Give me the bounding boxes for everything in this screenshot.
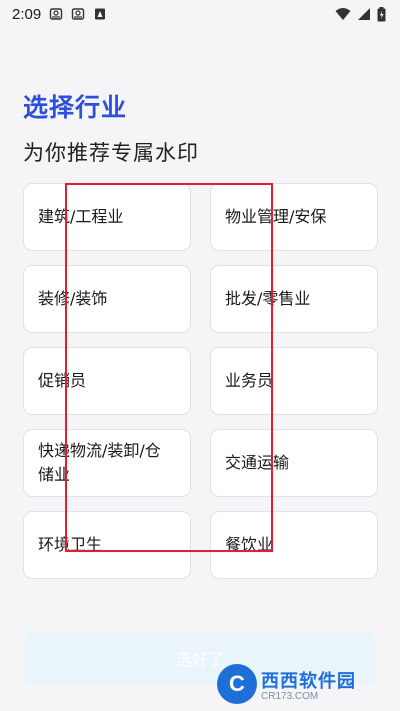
status-right (335, 6, 386, 22)
industry-card-construction[interactable]: 建筑/工程业 (23, 183, 191, 251)
industry-label: 业务员 (225, 371, 274, 390)
site-watermark: C 西西软件园 CR173.COM (217, 664, 393, 704)
industry-card-property-security[interactable]: 物业管理/安保 (210, 183, 378, 251)
signal-icon (358, 8, 370, 20)
industry-label: 批发/零售业 (225, 289, 311, 308)
industry-card-transportation[interactable]: 交通运输 (210, 429, 378, 497)
industry-label: 餐饮业 (225, 535, 274, 554)
industry-label: 环境卫生 (38, 535, 103, 554)
wifi-icon (335, 8, 351, 20)
page-subtitle: 为你推荐专属水印 (23, 141, 199, 165)
industry-card-promoter[interactable]: 促销员 (23, 347, 191, 415)
industry-card-retail[interactable]: 批发/零售业 (210, 265, 378, 333)
notification-icon (50, 8, 63, 20)
watermark-main: 西西软件园 (261, 670, 356, 692)
industry-label: 交通运输 (225, 453, 290, 472)
industry-label: 快递物流/装卸/仓储业 (38, 441, 161, 484)
industry-card-logistics[interactable]: 快递物流/装卸/仓储业 (23, 429, 191, 497)
app-notification-icon (95, 8, 106, 20)
status-bar: 2:09 (0, 0, 400, 28)
industry-label: 促销员 (38, 371, 87, 390)
industry-label: 装修/装饰 (38, 289, 108, 308)
watermark-text: 西西软件园 CR173.COM (261, 667, 356, 702)
industry-card-salesperson[interactable]: 业务员 (210, 347, 378, 415)
battery-icon (377, 6, 386, 21)
industry-card-sanitation[interactable]: 环境卫生 (23, 511, 191, 579)
industry-label: 建筑/工程业 (38, 207, 124, 226)
watermark-logo-icon: C (217, 664, 257, 704)
page-title: 选择行业 (23, 93, 128, 122)
watermark-sub: CR173.COM (261, 690, 319, 702)
industry-card-decoration[interactable]: 装修/装饰 (23, 265, 191, 333)
industry-label: 物业管理/安保 (225, 207, 327, 226)
industry-card-catering[interactable]: 餐饮业 (210, 511, 378, 579)
status-left: 2:09 (12, 6, 107, 23)
status-time: 2:09 (12, 5, 42, 23)
notification-icon (72, 8, 85, 20)
